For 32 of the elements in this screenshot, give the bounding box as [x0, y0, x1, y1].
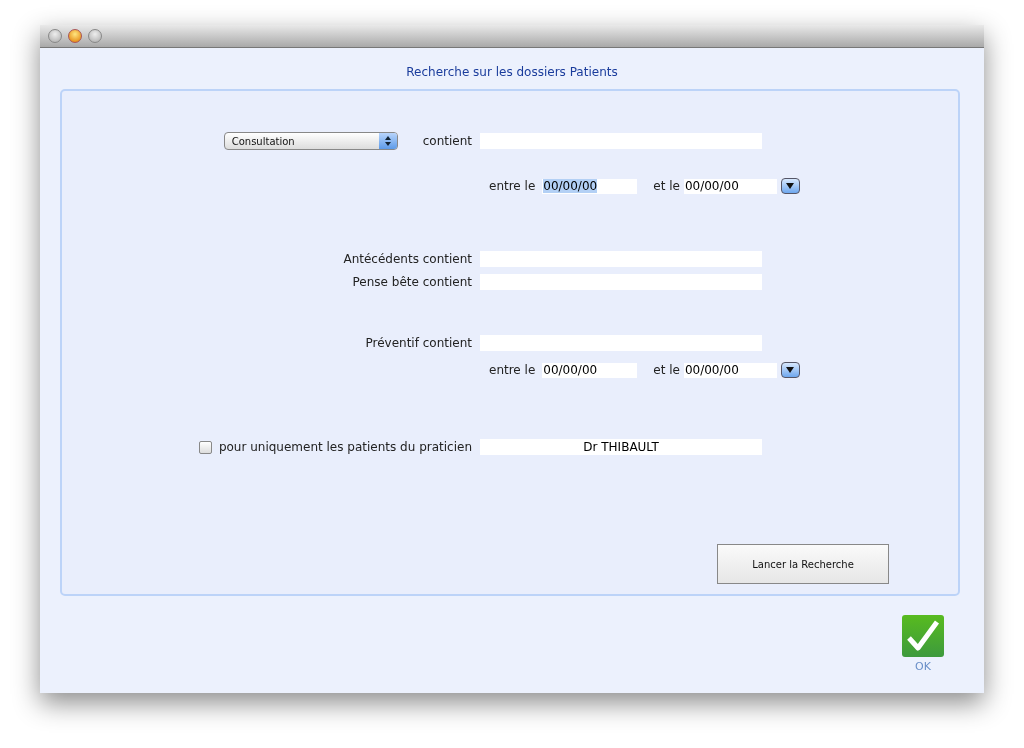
checkbox-label: pour uniquement les patients du praticien — [218, 440, 472, 454]
practitioner-field[interactable]: Dr THIBAULT — [480, 439, 762, 455]
date-label: et le — [653, 363, 680, 377]
date-value: 00/00/00 — [684, 362, 739, 377]
checkmark-icon — [902, 615, 944, 657]
date-field[interactable]: 00/00/00 — [683, 178, 777, 194]
dropdown-value: Consultation — [230, 135, 295, 147]
date-value: 00/00/00 — [543, 178, 598, 193]
checkbox[interactable] — [198, 440, 212, 454]
date-field[interactable]: 00/00/00 — [542, 362, 638, 378]
up-down-arrows-icon — [378, 133, 397, 149]
dropdown-arrow-button[interactable] — [780, 362, 800, 378]
date-value: 00/00/00 — [543, 362, 598, 377]
dropdown-arrow-button[interactable] — [780, 178, 800, 194]
down-triangle-icon — [786, 183, 795, 189]
close-button[interactable] — [48, 29, 62, 43]
date-value: 00/00/00 — [684, 178, 739, 193]
search-button[interactable]: Lancer la Recherche — [717, 544, 889, 584]
field-dropdown[interactable]: Consultation — [223, 132, 398, 150]
field-label: Pense bête contient — [352, 275, 472, 289]
date-field[interactable]: 00/00/00 — [542, 178, 638, 194]
window-title: Recherche sur les dossiers Patients — [406, 65, 618, 79]
date-label: entre le — [489, 363, 536, 377]
date-label: et le — [653, 179, 680, 193]
zoom-button[interactable] — [88, 29, 102, 43]
field-label: Antécédents contient — [343, 252, 472, 266]
field-label: Préventif contient — [365, 336, 472, 350]
field-label: contient — [422, 134, 472, 148]
date-field[interactable]: 00/00/00 — [683, 362, 777, 378]
down-triangle-icon — [786, 367, 795, 373]
date-label: entre le — [489, 179, 536, 193]
minimize-button[interactable] — [68, 29, 82, 43]
